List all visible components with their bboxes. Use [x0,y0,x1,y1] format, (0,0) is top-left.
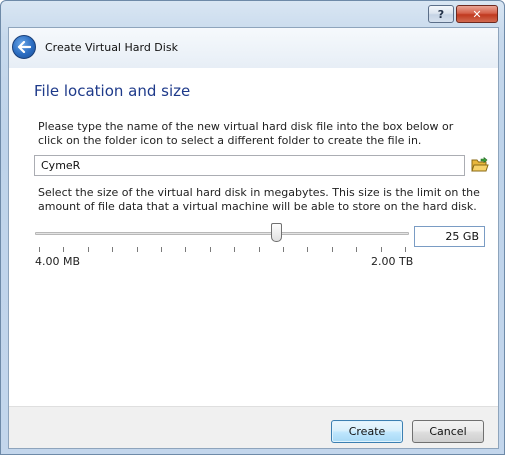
button-bar: Create Cancel [9,406,498,448]
slider-tick [88,247,89,252]
help-button[interactable]: ? [428,5,454,23]
wizard-page: File location and size Please type the n… [9,68,498,406]
slider-tick [112,247,113,252]
cancel-button[interactable]: Cancel [412,420,484,443]
size-input[interactable] [414,226,485,247]
slider-tick [137,247,138,252]
window-controls: ? ✕ [428,5,498,23]
dialog-window: ? ✕ Create Virtual Hard Disk File locati… [0,0,505,455]
size-min-label: 4.00 MB [35,255,81,268]
page-title: File location and size [34,82,191,100]
slider-tick [356,247,357,252]
slider-tick [63,247,64,252]
back-button[interactable] [12,35,36,59]
slider-tick [210,247,211,252]
slider-track [35,232,409,235]
size-description: Select the size of the virtual hard disk… [38,186,480,213]
wizard-title: Create Virtual Hard Disk [45,41,178,54]
slider-tick [259,247,260,252]
slider-tick [161,247,162,252]
size-max-label: 2.00 TB [371,255,414,268]
slider-tick [332,247,333,252]
close-button[interactable]: ✕ [456,5,498,23]
slider-tick [307,247,308,252]
back-arrow-icon [17,41,31,53]
select-folder-button[interactable] [470,156,490,174]
title-bar: ? ✕ [1,1,505,27]
slider-thumb[interactable] [271,223,282,242]
slider-tick [283,247,284,252]
wizard-header: Create Virtual Hard Disk [9,28,498,68]
slider-tick [39,247,40,252]
slider-tick [185,247,186,252]
file-location-input[interactable] [34,155,465,176]
create-button[interactable]: Create [331,420,403,443]
slider-tick [234,247,235,252]
location-description: Please type the name of the new virtual … [38,120,454,147]
slider-tick [381,247,382,252]
folder-open-icon [471,157,489,172]
dialog-client-area: Create Virtual Hard Disk File location a… [8,27,499,449]
slider-tick [405,247,406,252]
size-slider[interactable] [35,220,409,260]
